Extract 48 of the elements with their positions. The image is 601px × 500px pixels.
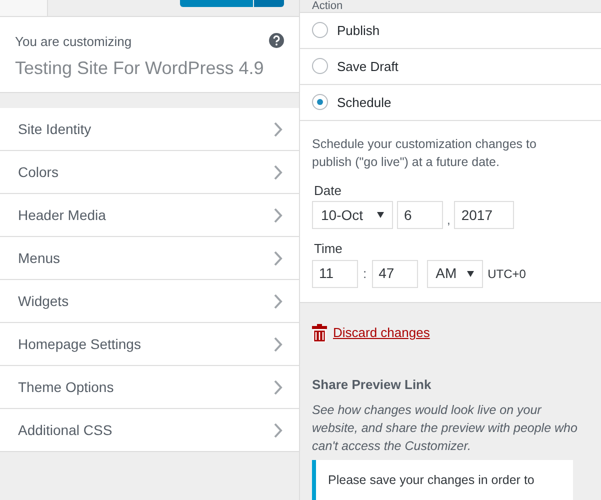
date-separator: , bbox=[447, 212, 450, 230]
share-preview-description: See how changes would look live on your website, and share the preview with people who can't access the Customizer. bbox=[312, 402, 578, 455]
date-label: Date bbox=[314, 182, 342, 200]
tab[interactable] bbox=[0, 0, 48, 16]
chevron-right-icon bbox=[274, 380, 283, 394]
menu-item[interactable]: Homepage Settings bbox=[0, 323, 299, 366]
menu-item[interactable]: Widgets bbox=[0, 280, 299, 323]
minute-field[interactable]: 47 bbox=[372, 260, 418, 288]
chevron-right-icon bbox=[274, 422, 283, 438]
year-field[interactable]: 2017 bbox=[454, 201, 514, 230]
radio-option[interactable]: Publish bbox=[300, 12, 601, 49]
hour-field[interactable]: 11 bbox=[312, 260, 358, 288]
discard-changes-link[interactable]: Discard changes bbox=[333, 322, 430, 342]
share-preview-title: Share Preview Link bbox=[312, 376, 432, 394]
radio-button[interactable] bbox=[312, 94, 328, 110]
chevron-right-icon bbox=[274, 294, 283, 308]
timezone-label: UTC+0 bbox=[488, 266, 526, 283]
site-title: Testing Site For WordPress 4.9 bbox=[15, 56, 264, 80]
dropdown-button[interactable] bbox=[254, 0, 284, 7]
chevron-right-icon bbox=[274, 164, 283, 180]
day-field[interactable]: 6 bbox=[397, 201, 443, 230]
section-title: Action bbox=[312, 0, 343, 12]
menu-item[interactable]: Site Identity bbox=[0, 108, 299, 151]
chevron-right-icon bbox=[274, 208, 283, 222]
chevron-right-icon bbox=[274, 122, 283, 136]
menu-item[interactable]: Menus bbox=[0, 237, 299, 280]
menu-item[interactable]: Additional CSS bbox=[0, 409, 299, 452]
chevron-right-icon bbox=[274, 336, 283, 352]
customizing-label: You are customizing bbox=[15, 33, 133, 51]
menu-item[interactable]: Colors bbox=[0, 151, 299, 194]
chevron-right-icon bbox=[274, 250, 283, 266]
trash-icon bbox=[312, 324, 327, 342]
notice-text: Please save your changes in order to bbox=[328, 472, 534, 487]
menu-item[interactable]: Header Media bbox=[0, 194, 299, 237]
radio-option[interactable]: Save Draft bbox=[300, 48, 601, 85]
radio-button[interactable] bbox=[312, 22, 328, 38]
caret-down-icon bbox=[377, 212, 384, 218]
month-select[interactable]: 10-Oct bbox=[312, 201, 393, 230]
save-button[interactable] bbox=[180, 0, 253, 7]
menu-item[interactable]: Theme Options bbox=[0, 366, 299, 409]
time-separator: : bbox=[363, 265, 367, 284]
schedule-description: Schedule your customization changes to publish ("go live") at a future date. bbox=[312, 136, 538, 171]
meridian-select[interactable]: AM bbox=[426, 260, 483, 288]
time-label: Time bbox=[314, 240, 344, 258]
radio-option[interactable]: Schedule bbox=[300, 84, 601, 121]
help-icon[interactable] bbox=[269, 33, 284, 48]
caret-down-icon bbox=[466, 270, 474, 277]
radio-button[interactable] bbox=[312, 58, 328, 74]
